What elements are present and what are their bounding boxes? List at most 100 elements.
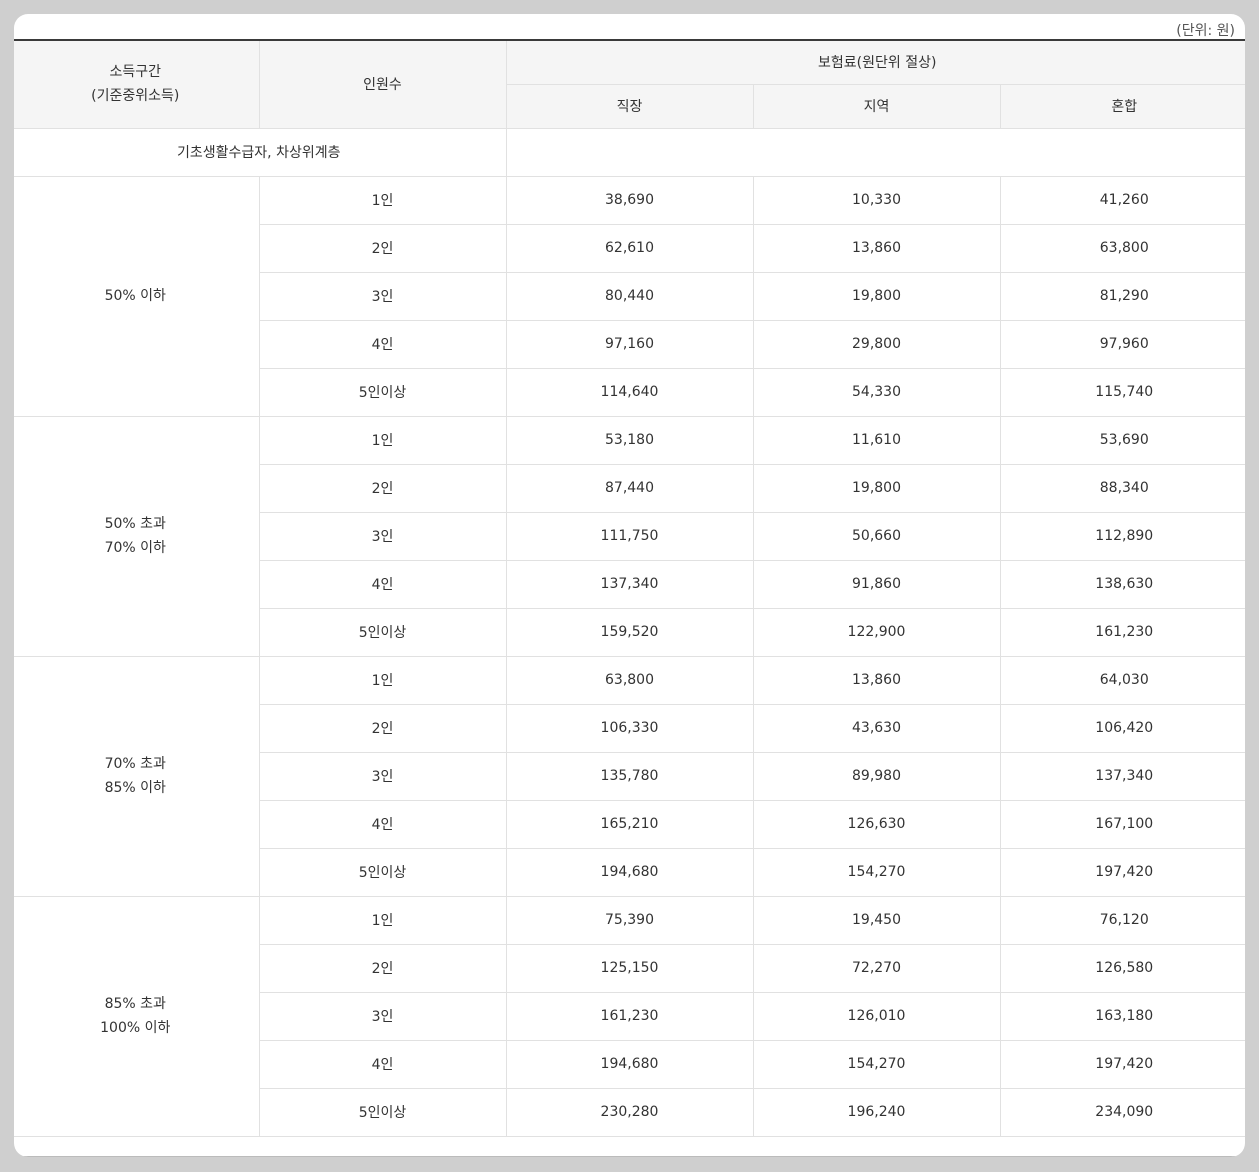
basic-livelihood-row: 기초생활수급자, 차상위계층 [14,127,1245,177]
employee-premium-cell: 230,280 [505,1087,754,1137]
mixed-premium-cell: 106,420 [999,703,1245,753]
regional-premium-cell: 11,610 [752,415,1001,465]
regional-premium-cell: 72,270 [752,943,1001,993]
header-premium-group: 보험료(원단위 절상) [505,39,1245,85]
employee-premium-cell: 106,330 [505,703,754,753]
people-count-cell: 2인 [259,943,507,993]
unit-note: (단위: 원) [1176,23,1235,39]
income-band-cell: 85% 초과 100% 이하 [14,895,260,1137]
header-income-sublabel: (기준중위소득) [91,88,180,105]
mixed-premium-cell: 161,230 [999,607,1245,657]
mixed-premium-cell: 97,960 [999,319,1245,369]
people-count-cell: 3인 [259,271,507,321]
people-count-cell: 2인 [259,223,507,273]
employee-premium-cell: 111,750 [505,511,754,561]
regional-premium-cell: 50,660 [752,511,1001,561]
regional-premium-cell: 196,240 [752,1087,1001,1137]
premium-table: 소득구간 (기준중위소득) 인원수 보험료(원단위 절상) 직장 지역 혼합 기… [14,39,1245,1137]
table-row: 50% 이하 1인 38,690 10,330 41,260 [14,175,1245,417]
regional-premium-cell: 89,980 [752,751,1001,801]
people-count-cell: 4인 [259,799,507,849]
table-row: 70% 초과 85% 이하 1인 63,800 13,860 64,030 [14,655,1245,897]
income-band-line1: 70% 초과 [104,756,166,772]
employee-premium-cell: 75,390 [505,895,754,945]
table-body: 기초생활수급자, 차상위계층 50% 이하 1인 38,690 10,330 41,26… [14,127,1245,1137]
people-count-cell: 4인 [259,559,507,609]
regional-premium-cell: 13,860 [752,223,1001,273]
basic-livelihood-label: 기초생활수급자, 차상위계층 [14,127,507,177]
people-count-cell: 1인 [258,655,507,705]
table-row: 85% 초과 100% 이하 1인 75,390 19,450 76,120 [14,895,1245,1137]
people-count-cell: 3인 [259,751,507,801]
regional-premium-cell: 13,860 [752,655,1001,705]
income-band-line2: 85% 이하 [104,780,166,796]
mixed-premium-cell: 112,890 [999,511,1245,561]
mixed-premium-cell: 137,340 [999,751,1245,801]
mixed-premium-cell: 197,420 [999,1039,1245,1089]
mixed-premium-cell: 234,090 [999,1087,1245,1137]
mixed-premium-cell: 115,740 [999,367,1245,417]
employee-premium-cell: 161,230 [505,991,754,1041]
employee-premium-cell: 53,180 [505,415,754,465]
people-count-cell: 2인 [259,703,507,753]
employee-premium-cell: 194,680 [505,1039,754,1089]
header-employee: 직장 [506,83,754,129]
employee-premium-cell: 194,680 [505,847,754,897]
people-count-cell: 2인 [259,463,507,513]
header-regional: 지역 [752,83,1001,129]
regional-premium-cell: 126,630 [752,799,1001,849]
employee-premium-cell: 114,640 [505,367,754,417]
income-band-line1: 85% 초과 [104,996,166,1012]
income-band-cell: 50% 이하 [14,175,260,417]
regional-premium-cell: 154,270 [752,1039,1001,1089]
employee-premium-cell: 97,160 [505,319,754,369]
employee-premium-cell: 80,440 [505,271,754,321]
regional-premium-cell: 126,010 [752,991,1001,1041]
header-income-band: 소득구간 (기준중위소득) [14,39,260,129]
regional-premium-cell: 19,800 [752,463,1001,513]
people-count-cell: 5인이상 [259,1087,507,1137]
mixed-premium-cell: 167,100 [999,799,1245,849]
regional-premium-cell: 19,800 [752,271,1001,321]
header-mixed: 혼합 [999,83,1245,129]
employee-premium-cell: 135,780 [505,751,754,801]
mixed-premium-cell: 81,290 [999,271,1245,321]
employee-premium-cell: 62,610 [505,223,754,273]
regional-premium-cell: 43,630 [752,703,1001,753]
bottom-divider [14,1156,1245,1157]
people-count-cell: 5인이상 [259,367,507,417]
mixed-premium-cell: 138,630 [999,559,1245,609]
regional-premium-cell: 91,860 [752,559,1001,609]
regional-premium-cell: 19,450 [752,895,1001,945]
employee-premium-cell: 165,210 [505,799,754,849]
mixed-premium-cell: 76,120 [999,895,1245,945]
employee-premium-cell: 38,690 [505,175,754,225]
people-count-cell: 3인 [259,991,507,1041]
income-band-line1: 50% 초과 [104,516,166,532]
income-band-cell: 70% 초과 85% 이하 [14,655,260,897]
basic-livelihood-empty [505,127,1245,177]
people-count-cell: 4인 [259,319,507,369]
employee-premium-cell: 87,440 [505,463,754,513]
regional-premium-cell: 54,330 [752,367,1001,417]
header-people: 인원수 [258,39,507,129]
regional-premium-cell: 29,800 [752,319,1001,369]
header-income-label: 소득구간 [109,64,162,81]
regional-premium-cell: 154,270 [752,847,1001,897]
content-panel: (단위: 원) 소득구간 (기준중위소득) 인원수 보험료(원단위 절상) 직장… [14,14,1245,1157]
people-count-cell: 5인이상 [259,847,507,897]
employee-premium-cell: 63,800 [505,655,754,705]
income-band-line1: 50% 이하 [104,288,166,304]
income-band-line2: 100% 이하 [100,1020,171,1036]
income-band-line2: 70% 이하 [104,540,166,556]
employee-premium-cell: 125,150 [505,943,754,993]
mixed-premium-cell: 88,340 [999,463,1245,513]
mixed-premium-cell: 197,420 [999,847,1245,897]
mixed-premium-cell: 41,260 [999,175,1245,225]
mixed-premium-cell: 163,180 [999,991,1245,1041]
mixed-premium-cell: 64,030 [999,655,1245,705]
mixed-premium-cell: 53,690 [999,415,1245,465]
mixed-premium-cell: 63,800 [999,223,1245,273]
people-count-cell: 1인 [258,895,507,945]
people-count-cell: 3인 [259,511,507,561]
